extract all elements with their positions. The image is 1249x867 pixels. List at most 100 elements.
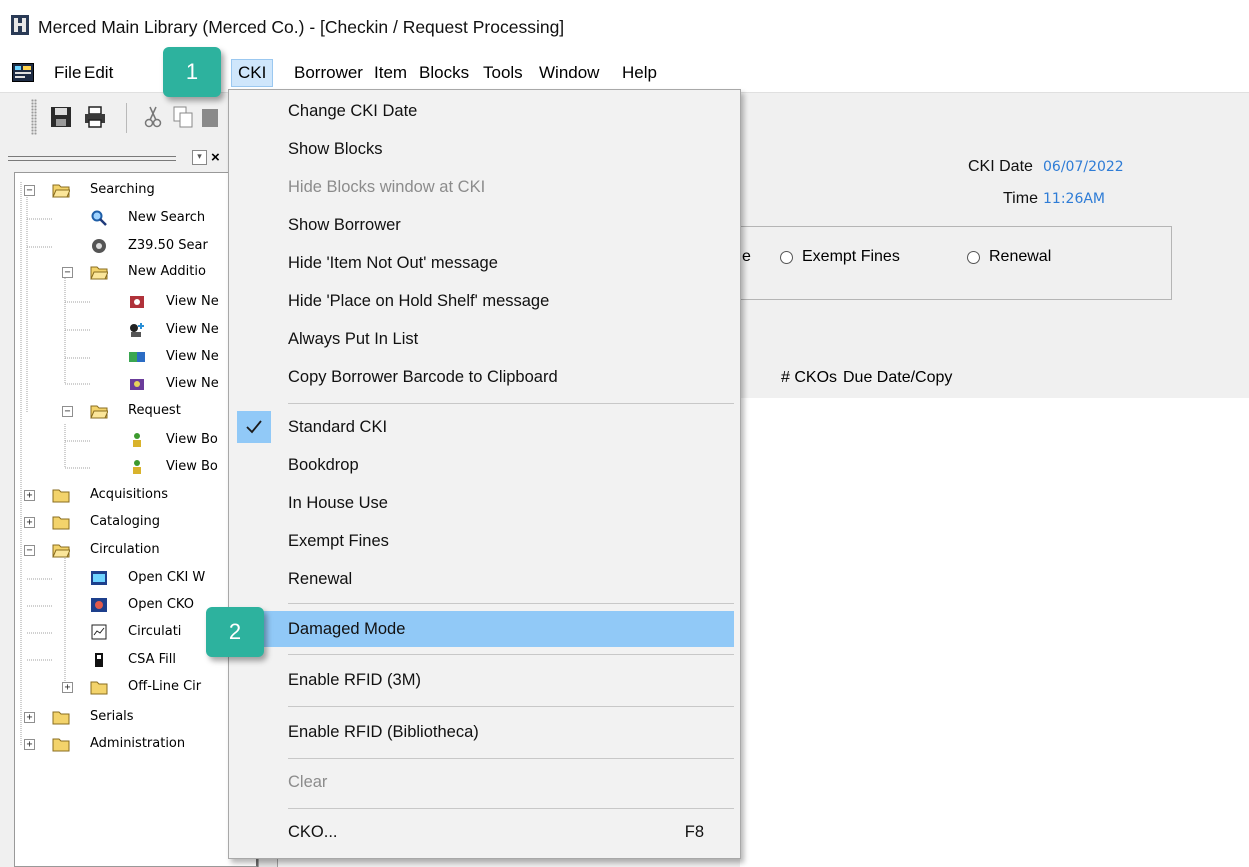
menu-bookdrop[interactable]: Bookdrop <box>229 447 740 483</box>
menu-hide-hold-shelf[interactable]: Hide 'Place on Hold Shelf' message <box>229 283 740 319</box>
radio-circle[interactable] <box>967 251 980 264</box>
menu-damaged-mode[interactable]: Damaged Mode <box>237 611 734 647</box>
tree-node-label: Searching <box>90 182 155 197</box>
cki-menu-dropdown: Change CKI Date Show Blocks Hide Blocks … <box>228 89 741 859</box>
toolbar-grip[interactable] <box>31 99 37 135</box>
view-new-icon <box>130 296 144 308</box>
close-icon[interactable]: × <box>211 149 220 166</box>
folder-open-icon <box>90 266 108 280</box>
print-icon[interactable] <box>82 104 108 130</box>
expand-icon[interactable]: + <box>62 682 73 693</box>
menu-always-put-in-list[interactable]: Always Put In List <box>229 321 740 357</box>
menu-hide-blocks-window: Hide Blocks window at CKI <box>288 178 486 196</box>
tree-node-label: View Bo <box>166 432 218 447</box>
search-icon <box>91 210 107 226</box>
menu-window[interactable]: Window <box>533 59 605 87</box>
menu-shortcut: F8 <box>684 823 704 841</box>
tree-node-serials[interactable]: + Serials <box>24 707 258 727</box>
expand-icon[interactable]: + <box>24 517 35 528</box>
menu-show-borrower[interactable]: Show Borrower <box>229 207 740 243</box>
menu-renewal[interactable]: Renewal <box>229 561 740 597</box>
collapse-icon[interactable]: − <box>24 185 35 196</box>
menu-cki[interactable]: CKI <box>231 59 274 87</box>
tree-node-administration[interactable]: + Administration <box>24 734 258 754</box>
cki-date-label: CKI Date <box>968 158 1033 175</box>
menu-separator <box>288 654 734 655</box>
window-title: Merced Main Library (Merced Co.) - [Chec… <box>38 17 565 37</box>
menu-standard-cki[interactable]: Standard CKI <box>229 409 740 445</box>
save-icon[interactable] <box>48 104 74 130</box>
menu-change-cki-date[interactable]: Change CKI Date <box>229 93 740 129</box>
menu-help[interactable]: Help <box>616 59 663 87</box>
checkin-list[interactable] <box>740 398 1249 867</box>
system-menu-icon[interactable] <box>12 63 34 82</box>
app-window-icon <box>11 15 29 35</box>
collapse-icon[interactable]: − <box>24 545 35 556</box>
collapse-icon[interactable]: − <box>62 267 73 278</box>
csa-fill-icon <box>95 653 103 667</box>
tree-node-label: New Search <box>128 210 206 225</box>
panel-header: ▾ × <box>8 148 230 170</box>
tree-node-searching[interactable]: − Searching <box>24 180 258 200</box>
tree-node-label: Cataloging <box>90 514 161 529</box>
panel-grip[interactable] <box>8 156 176 161</box>
radio-label: e <box>742 248 751 265</box>
column-header-due-date[interactable]: Due Date/Copy <box>843 369 952 387</box>
folder-icon <box>90 681 108 695</box>
paste-icon[interactable] <box>198 104 224 130</box>
person-icon <box>133 460 141 474</box>
menu-separator <box>288 706 734 707</box>
exempt-fines-radio[interactable]: Exempt Fines <box>780 248 950 270</box>
checkmark-icon <box>246 420 262 434</box>
menu-copy-borrower-barcode[interactable]: Copy Borrower Barcode to Clipboard <box>229 359 740 395</box>
menu-item[interactable]: Item <box>368 59 413 87</box>
menu-edit[interactable]: Edit <box>78 59 119 87</box>
tree-node-label: Open CKI W <box>128 570 206 585</box>
menu-show-blocks[interactable]: Show Blocks <box>229 131 740 167</box>
tree-node-acquisitions[interactable]: + Acquisitions <box>24 485 258 505</box>
renewal-radio[interactable]: Renewal <box>967 248 1087 270</box>
folder-open-icon <box>52 184 70 198</box>
menu-in-house-use[interactable]: In House Use <box>229 485 740 521</box>
menu-exempt-fines[interactable]: Exempt Fines <box>229 523 740 559</box>
menu-separator <box>288 603 734 604</box>
menu-borrower[interactable]: Borrower <box>288 59 369 87</box>
radio-label: Exempt Fines <box>802 248 900 265</box>
expand-icon[interactable]: + <box>24 739 35 750</box>
expand-icon[interactable]: + <box>24 490 35 501</box>
menu-enable-rfid-bibliotheca[interactable]: Enable RFID (Bibliotheca) <box>229 714 740 750</box>
tree-node-circulation[interactable]: − Circulation <box>24 540 258 560</box>
collapse-icon[interactable]: − <box>62 406 73 417</box>
folder-icon <box>52 711 70 725</box>
menu-clear: Clear <box>288 773 328 791</box>
menu-cko[interactable]: CKO... F8 <box>229 814 740 850</box>
cko-icon <box>91 598 107 612</box>
mode-radio-partial: e <box>742 248 751 266</box>
time-label: Time <box>1003 190 1038 207</box>
tree-node-label: CSA Fill <box>128 652 176 667</box>
tree-node-label: Administration <box>90 736 186 751</box>
tree-node-label: View Ne <box>166 376 219 391</box>
radio-circle[interactable] <box>780 251 793 264</box>
radio-label: Renewal <box>989 248 1052 265</box>
panel-pin-icon[interactable]: ▾ <box>192 150 207 165</box>
cki-window-icon <box>91 571 107 585</box>
cut-icon[interactable] <box>140 104 166 130</box>
menu-blocks[interactable]: Blocks <box>413 59 475 87</box>
copy-icon[interactable] <box>170 104 196 130</box>
tree-node-cataloging[interactable]: + Cataloging <box>24 512 258 532</box>
z3950-icon <box>92 239 106 253</box>
tree-node-label: Acquisitions <box>90 487 168 502</box>
menu-hide-item-not-out[interactable]: Hide 'Item Not Out' message <box>229 245 740 281</box>
view-new-icon <box>129 352 145 362</box>
tree-node-label: Request <box>128 403 181 418</box>
menu-tools[interactable]: Tools <box>477 59 529 87</box>
folder-open-icon <box>52 544 70 558</box>
expand-icon[interactable]: + <box>24 712 35 723</box>
callout-step-2: 2 <box>206 607 264 657</box>
tree-node-label: New Additio <box>128 264 206 279</box>
menu-enable-rfid-3m[interactable]: Enable RFID (3M) <box>229 662 740 698</box>
tree-node-label: Circulation <box>90 542 160 557</box>
column-header-ckos[interactable]: # CKOs <box>781 369 837 387</box>
menu-separator <box>288 403 734 404</box>
